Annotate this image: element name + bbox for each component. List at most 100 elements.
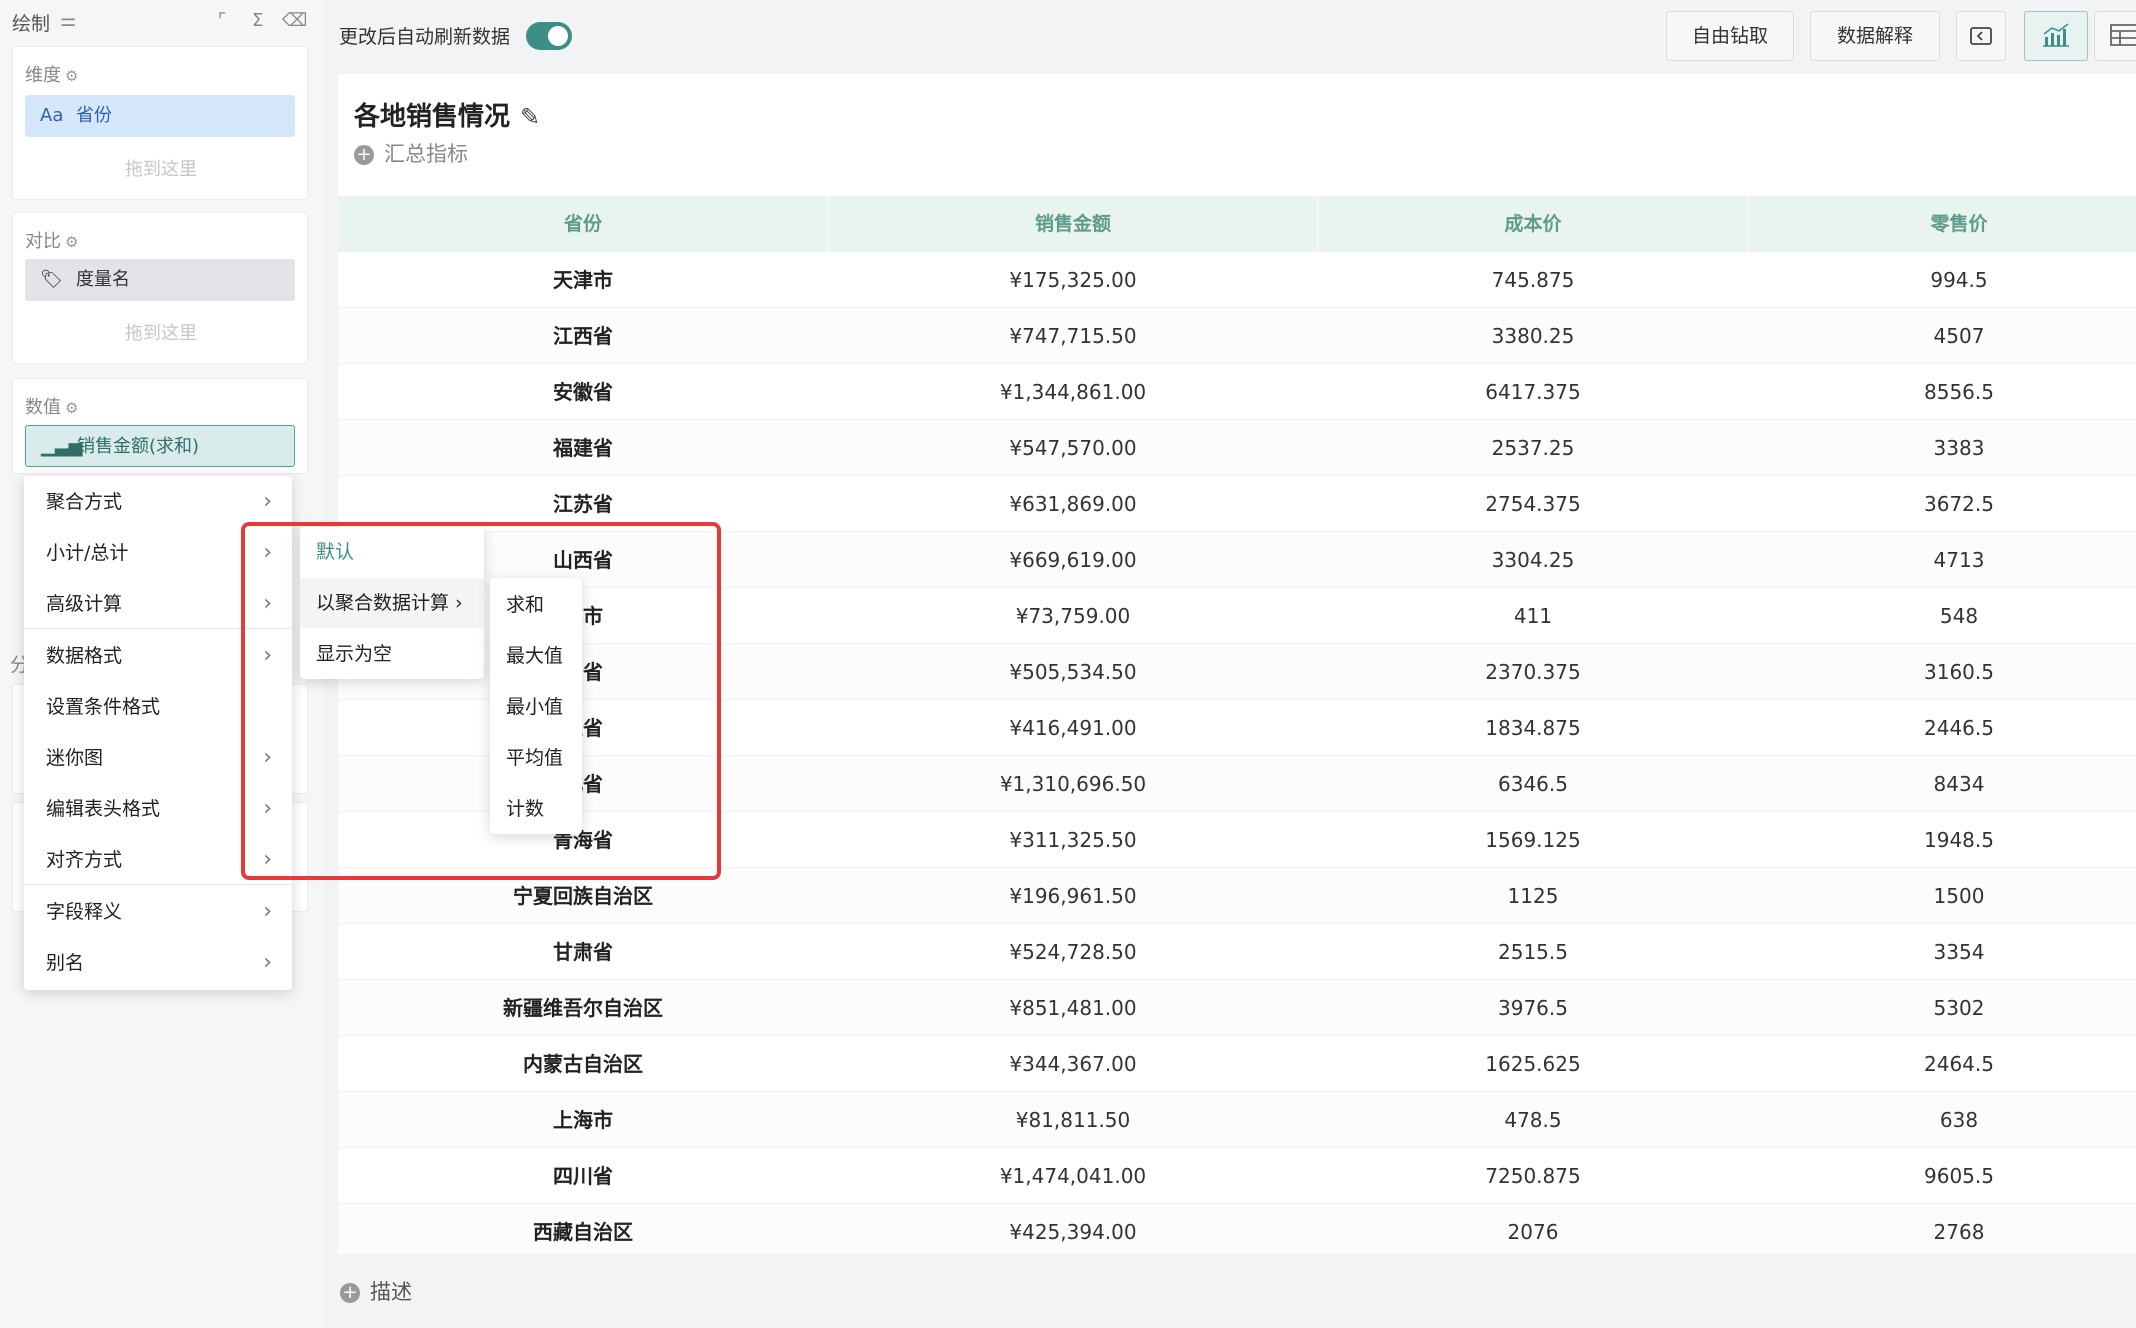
drop-hint: 拖到这里 [125,159,197,180]
dimension-field-label: 省份 [76,105,112,126]
description-label: 描述 [370,1280,412,1304]
value-cell: 3672.5 [1924,492,1994,516]
compare-field-label: 度量名 [76,269,130,290]
add-description[interactable]: + 描述 [340,1276,412,1306]
context-menu-item[interactable]: 字段释义 › [24,887,292,937]
value-field-pill[interactable]: ▁▃▅销售金额(求和) [25,425,295,467]
value-cell: ¥547,570.00 [1009,436,1137,460]
gear-icon[interactable]: ⚙ [65,233,78,251]
value-cell: 2370.375 [1485,660,1581,684]
context-menu-item[interactable]: 别名 › [24,938,292,988]
column-header[interactable]: 零售价 [1749,196,2136,252]
table-row[interactable]: 上海市 ¥81,811.50 478.5 638 [338,1092,2136,1148]
value-cell: 2515.5 [1498,940,1568,964]
menu-item-label: 对齐方式 [46,849,123,871]
compare-field-pill[interactable]: 🏷 度量名 [25,259,295,301]
table-row[interactable]: 西藏自治区 ¥425,394.00 2076 2768 [338,1204,2136,1254]
value-cell: 1948.5 [1924,828,1994,852]
column-header[interactable]: 成本价 [1318,196,1748,252]
table-row[interactable]: 甘肃省 ¥524,728.50 2515.5 3354 [338,924,2136,980]
table-row[interactable]: 四川省 ¥1,474,041.00 7250.875 9605.5 [338,1148,2136,1204]
auto-refresh-toggle[interactable] [526,22,572,50]
dimension-field-pill[interactable]: Aa 省份 [25,95,295,137]
province-cell: 上海市 [553,1108,613,1132]
value-cell: 411 [1513,604,1553,628]
value-cell: 6346.5 [1498,772,1568,796]
panel-toggle-icon [1970,27,1992,45]
table-row[interactable]: 福建省 ¥547,570.00 2537.25 3383 [338,420,2136,476]
card-title: 各地销售情况 ✎ [354,96,540,133]
table-row[interactable]: 天津市 ¥175,325.00 745.875 994.5 [338,252,2136,308]
compare-slot[interactable]: 对比 ⚙ 🏷 度量名 拖到这里 [12,212,308,364]
value-cell: 8556.5 [1924,380,1994,404]
context-menu-item[interactable]: 聚合方式 › [24,477,292,527]
value-cell: 8434 [1933,772,1985,796]
value-cell: 478.5 [1504,1108,1562,1132]
menu-item-label: 数据格式 [46,645,123,667]
column-header[interactable]: 省份 [338,196,828,252]
table-view-button[interactable] [2094,11,2136,61]
value-slot[interactable]: 数值 ⚙ ▁▃▅销售金额(求和) [12,378,308,474]
auto-refresh-label: 更改后自动刷新数据 [339,26,511,48]
menu-item-label: 小计/总计 [46,542,129,564]
value-cell: ¥1,344,861.00 [999,380,1147,404]
chart-view-button[interactable] [2024,11,2088,61]
gear-icon[interactable]: ⚙ [65,399,78,417]
value-cell: ¥344,367.00 [1009,1052,1137,1076]
value-cell: 2076 [1507,1220,1559,1244]
menu-item-label: 高级计算 [46,593,123,615]
value-cell: 548 [1939,604,1979,628]
value-cell: 1834.875 [1485,716,1581,740]
card-title-text: 各地销售情况 [354,102,511,132]
menu-item-label: 字段释义 [46,901,123,923]
panel-header: 绘制 ⚌ ⌜ Σ ⌫ [0,0,322,44]
table-row[interactable]: 新疆维吾尔自治区 ¥851,481.00 3976.5 5302 [338,980,2136,1036]
value-label: 数值 ⚙ [25,397,79,418]
dimension-slot[interactable]: 维度 ⚙ Aa 省份 拖到这里 [12,46,308,200]
province-cell: 福建省 [553,436,613,460]
data-explain-button[interactable]: 数据解释 [1810,11,1940,61]
settings-sliders-icon[interactable]: ⚌ [60,10,76,32]
sigma-icon[interactable]: Σ [252,10,263,32]
province-cell: 安徽省 [553,380,613,404]
value-cell: 3304.25 [1491,548,1575,572]
table-row[interactable]: 江西省 ¥747,715.50 3380.25 4507 [338,308,2136,364]
value-cell: ¥175,325.00 [1009,268,1137,292]
province-cell: 西藏自治区 [533,1220,633,1244]
value-cell: 3354 [1933,940,1985,964]
value-cell: 3383 [1933,436,1985,460]
free-drill-button[interactable]: 自由钻取 [1666,11,1794,61]
value-cell: 1125 [1507,884,1559,908]
plus-circle-icon: + [354,145,374,165]
value-cell: 2446.5 [1924,716,1994,740]
collapse-panel-button[interactable] [1956,11,2006,61]
value-cell: ¥1,310,696.50 [999,772,1147,796]
table-row[interactable]: 安徽省 ¥1,344,861.00 6417.375 8556.5 [338,364,2136,420]
value-cell: 2754.375 [1485,492,1581,516]
bar-chart-icon: ▁▃▅ [41,436,83,457]
value-cell: 5302 [1933,996,1985,1020]
table-row[interactable]: 内蒙古自治区 ¥344,367.00 1625.625 2464.5 [338,1036,2136,1092]
value-cell: 3380.25 [1491,324,1575,348]
drop-hint: 拖到这里 [125,323,197,344]
province-cell: 甘肃省 [553,940,613,964]
value-cell: ¥631,869.00 [1009,492,1137,516]
value-cell: 2464.5 [1924,1052,1994,1076]
value-cell: 638 [1939,1108,1979,1132]
eraser-icon[interactable]: ⌫ [282,10,307,32]
value-cell: 1500 [1933,884,1985,908]
chevron-right-icon: › [263,950,272,975]
add-summary-metric[interactable]: + 汇总指标 [354,138,468,168]
value-cell: ¥669,619.00 [1009,548,1137,572]
value-cell: 3976.5 [1498,996,1568,1020]
edit-pencil-icon[interactable]: ✎ [520,103,540,131]
value-cell: ¥311,325.50 [1009,828,1137,852]
value-cell: ¥747,715.50 [1009,324,1137,348]
column-header[interactable]: 销售金额 [829,196,1317,252]
chevron-right-icon: › [263,489,272,514]
corner-icon[interactable]: ⌜ [218,10,226,32]
value-field-label: 销售金额(求和) [77,436,200,457]
gear-icon[interactable]: ⚙ [65,67,78,85]
province-cell: 江西省 [553,324,613,348]
dimension-label: 维度 ⚙ [25,65,79,86]
